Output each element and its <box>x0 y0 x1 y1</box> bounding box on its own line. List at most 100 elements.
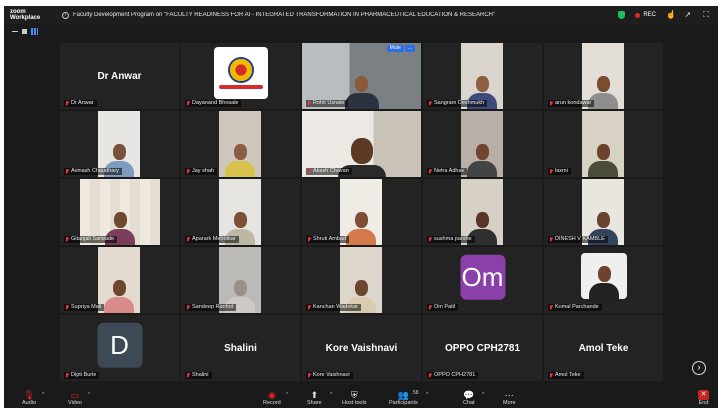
participant-name: Dayanand Bhosale <box>192 100 239 106</box>
participant-name: Sangram Deshmukh <box>434 100 485 106</box>
shield-icon[interactable] <box>618 11 626 19</box>
rec-label: REC <box>643 12 656 18</box>
record-dot-icon <box>635 12 641 18</box>
video-button[interactable]: ▭ Video <box>68 390 82 406</box>
tile-more-button[interactable]: ... <box>404 45 415 52</box>
more-label: More <box>503 400 516 406</box>
reaction-icon[interactable]: ☝ <box>666 11 676 19</box>
meeting-title: Faculty Development Program on "FACULTY … <box>73 12 496 18</box>
mic-muted-icon <box>549 372 553 379</box>
minimize-icon[interactable] <box>12 30 18 32</box>
participant-name: Rohit Usnale <box>313 100 345 106</box>
participant-tile[interactable]: arun kondawar <box>544 43 663 109</box>
participant-tile[interactable]: sushma parshe <box>423 179 542 245</box>
participant-tile[interactable]: Avinash Chaudhary <box>60 111 179 177</box>
participant-name: Shruti Ambad <box>313 236 347 242</box>
info-icon[interactable]: i <box>62 11 69 19</box>
mic-muted-icon <box>65 372 69 379</box>
participant-tile[interactable]: Kore Vaishnavi Kore Vaishnavi <box>302 315 421 381</box>
mic-muted-icon <box>186 236 190 243</box>
participant-tile[interactable]: DINESH V KAMBLE <box>544 179 663 245</box>
chat-options-caret[interactable]: ^ <box>482 392 484 398</box>
participant-name: Netra Adhav <box>434 168 465 174</box>
video-off-icon: ▭ <box>70 390 80 400</box>
participant-name: Dr Anwar <box>71 100 94 106</box>
app-brand: zoom Workplace <box>4 9 62 21</box>
mic-muted-icon <box>428 100 432 107</box>
more-button[interactable]: ⋯ More <box>503 390 516 406</box>
participant-name: Avinash Chaudhary <box>71 168 119 174</box>
avatar: D <box>97 322 142 368</box>
mic-muted-icon <box>186 304 190 311</box>
participant-tile[interactable]: Kanchan Wadekar <box>302 247 421 313</box>
host-tools-button[interactable]: ⛨ Host tools <box>342 390 366 406</box>
participant-tile[interactable]: Om Om Patil <box>423 247 542 313</box>
participant-figure <box>344 76 379 109</box>
participant-name: Dipti Burle <box>71 372 97 378</box>
participant-name: Gitanjali Sarwade <box>71 236 115 242</box>
video-options-caret[interactable]: ^ <box>88 392 90 398</box>
chat-button[interactable]: 💬 Chat <box>463 390 475 406</box>
share-icon[interactable]: ➚ <box>684 11 692 19</box>
participant-tile[interactable]: D Dipti Burle <box>60 315 179 381</box>
share-label: Share <box>307 400 322 406</box>
audio-options-caret[interactable]: ^ <box>42 392 44 398</box>
participant-name: arun kondawar <box>555 100 592 106</box>
participant-tile[interactable]: OPPO CPH2781 OPPO CPH2781 <box>423 315 542 381</box>
participant-tile[interactable]: Gitanjali Sarwade <box>60 179 179 245</box>
mic-muted-icon <box>428 304 432 311</box>
participant-tile[interactable]: Supriya Mali <box>60 247 179 313</box>
participant-tile[interactable]: Komal Parchande <box>544 247 663 313</box>
share-screen-icon: ⬆ <box>310 390 319 400</box>
participant-tile[interactable]: Amol Teke Amol Teke <box>544 315 663 381</box>
speaker-view-icon[interactable] <box>22 28 27 34</box>
audio-button[interactable]: 🎙 Audio <box>22 390 36 406</box>
participants-count: 58 <box>413 390 419 396</box>
mic-muted-icon <box>549 236 553 243</box>
recording-indicator[interactable]: REC <box>635 12 656 18</box>
participant-name: Shalini <box>192 372 209 378</box>
participant-tile[interactable]: Sangram Deshmukh <box>423 43 542 109</box>
participant-tile[interactable]: Dayanand Bhosale <box>181 43 300 109</box>
participant-tile[interactable]: Shalini Shalini <box>181 315 300 381</box>
share-options-caret[interactable]: ^ <box>330 392 332 398</box>
mic-muted-icon <box>549 304 553 311</box>
participant-name: Akash Chavan <box>313 168 349 174</box>
more-icon: ⋯ <box>504 390 514 400</box>
participant-name: Komal Parchande <box>555 304 599 310</box>
participant-tile[interactable]: Sandeep Ranhot <box>181 247 300 313</box>
participant-tile[interactable]: Jay shah <box>181 111 300 177</box>
participant-tile[interactable]: Shruti Ambad <box>302 179 421 245</box>
record-button[interactable]: ◉ Record <box>263 390 281 406</box>
participant-name: Sandeep Ranhot <box>192 304 234 310</box>
share-button[interactable]: ⬆ Share <box>307 390 322 406</box>
participant-tile[interactable]: laxmi <box>544 111 663 177</box>
gallery-view-icon[interactable] <box>31 27 38 35</box>
record-label: Record <box>263 400 281 406</box>
next-page-icon[interactable]: › <box>692 361 706 375</box>
audio-label: Audio <box>22 400 37 406</box>
mic-muted-icon <box>307 236 311 243</box>
record-icon: ◉ <box>267 390 276 400</box>
participant-tile-active-speaker[interactable]: Mute ... Rohit Usnale <box>302 43 421 109</box>
participant-tile[interactable]: Aparark Mehotkar <box>181 179 300 245</box>
host-tools-label: Host tools <box>342 400 367 406</box>
title-bar: zoom Workplace i Faculty Development Pro… <box>4 6 718 24</box>
participant-tile[interactable]: Dr Anwar Dr Anwar <box>60 43 179 109</box>
record-options-caret[interactable]: ^ <box>286 392 288 398</box>
participant-name: Jay shah <box>192 168 215 174</box>
mic-muted-icon <box>307 100 311 107</box>
participant-tile[interactable]: Akash Chavan <box>302 111 421 177</box>
mic-muted-icon <box>307 304 311 311</box>
participant-tile[interactable]: Netra Adhav <box>423 111 542 177</box>
video-label: Video <box>68 400 82 406</box>
participant-name: laxmi <box>555 168 568 174</box>
mic-muted-icon: 🎙 <box>23 390 35 400</box>
mic-muted-icon <box>307 168 311 175</box>
mute-button[interactable]: Mute <box>386 45 404 52</box>
mute-chip[interactable]: Mute ... <box>386 45 415 52</box>
participants-options-caret[interactable]: ^ <box>426 392 428 398</box>
mic-muted-icon <box>549 168 553 175</box>
fullscreen-icon[interactable]: ⛶ <box>702 11 710 19</box>
end-button[interactable]: ✕ End <box>698 390 709 406</box>
